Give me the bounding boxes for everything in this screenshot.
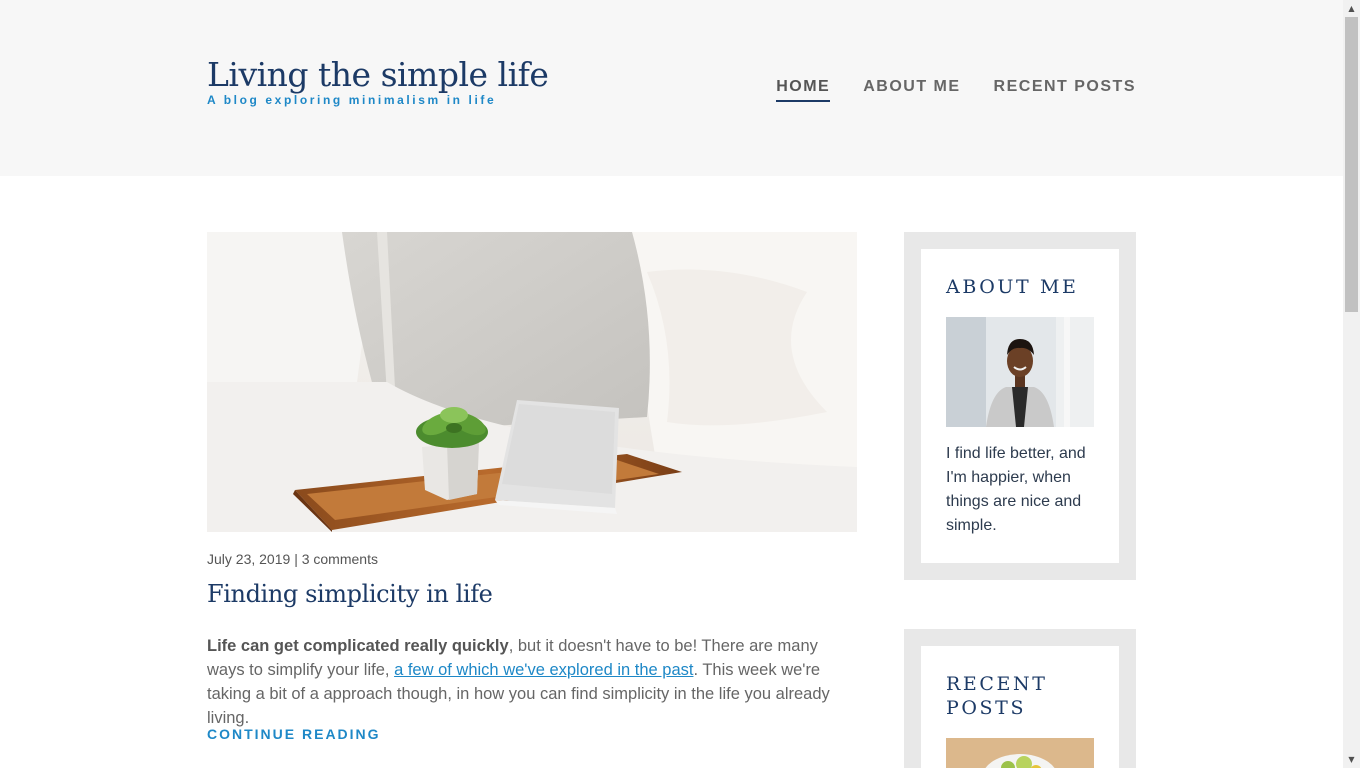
author-photo <box>946 317 1094 427</box>
post-comments-link[interactable]: 3 comments <box>302 551 378 567</box>
post-excerpt: Life can get complicated really quickly,… <box>207 634 857 730</box>
post-date: July 23, 2019 <box>207 551 291 567</box>
recent-post-thumbnail[interactable] <box>946 738 1094 768</box>
about-me-title: ABOUT ME <box>946 276 1079 298</box>
excerpt-past-posts-link[interactable]: a few of which we've explored in the pas… <box>394 661 693 679</box>
post-meta: July 23, 2019 | 3 comments <box>207 551 378 567</box>
scrollbar-thumb[interactable] <box>1345 17 1358 312</box>
recent-posts-card: RECENT POSTS <box>921 646 1119 768</box>
recent-posts-title: RECENT POSTS <box>946 672 1047 720</box>
vertical-scrollbar[interactable]: ▲ ▼ <box>1343 0 1360 768</box>
page: Living the simple life A blog exploring … <box>0 0 1343 768</box>
nav-recent-posts[interactable]: RECENT POSTS <box>994 78 1136 102</box>
scroll-up-arrow-icon[interactable]: ▲ <box>1343 0 1360 17</box>
excerpt-bold: Life can get complicated really quickly <box>207 637 509 655</box>
main-nav: HOME ABOUT ME RECENT POSTS <box>776 78 1136 102</box>
about-me-text: I find life better, and I'm happier, whe… <box>946 445 1086 534</box>
recent-posts-widget: RECENT POSTS <box>904 629 1136 768</box>
nav-home[interactable]: HOME <box>776 78 831 102</box>
site-title[interactable]: Living the simple life <box>207 55 549 94</box>
nav-about-me[interactable]: ABOUT ME <box>863 78 960 102</box>
post-title[interactable]: Finding simplicity in life <box>207 580 493 608</box>
recent-posts-title-line1: RECENT <box>946 673 1048 695</box>
pillows-tray-illustration <box>207 232 857 532</box>
about-me-widget: ABOUT ME I find life better, and I'm hap… <box>904 232 1136 580</box>
author-portrait-illustration <box>946 317 1094 427</box>
about-me-card: ABOUT ME I find life better, and I'm hap… <box>921 249 1119 563</box>
site-tagline: A blog exploring minimalism in life <box>207 93 497 107</box>
post-hero-image[interactable] <box>207 232 857 532</box>
salad-plate-illustration <box>946 738 1094 768</box>
meta-separator: | <box>294 551 298 567</box>
scroll-down-arrow-icon[interactable]: ▼ <box>1343 751 1360 768</box>
continue-reading-link[interactable]: CONTINUE READING <box>207 726 381 742</box>
site-header: Living the simple life A blog exploring … <box>0 0 1343 176</box>
recent-posts-title-line2: POSTS <box>946 697 1027 719</box>
